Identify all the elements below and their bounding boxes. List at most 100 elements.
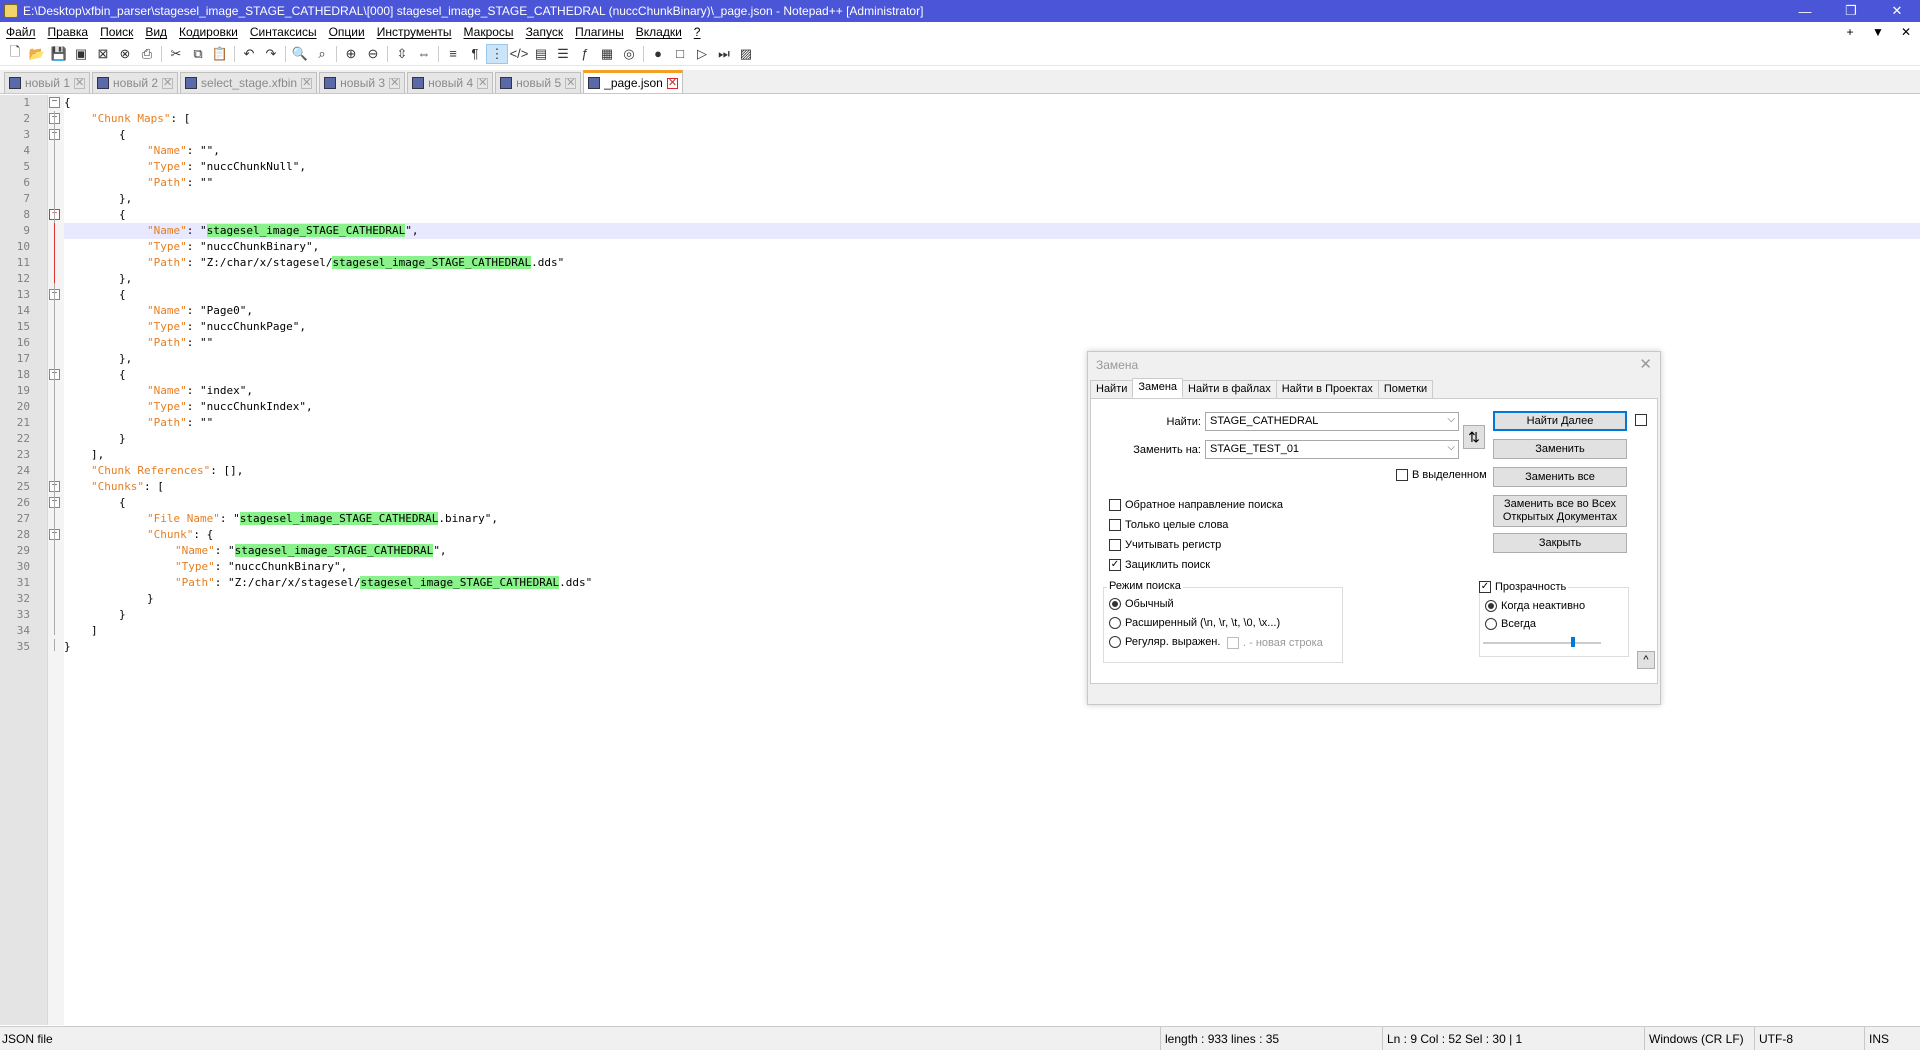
sync-horizontal-icon[interactable]: ⇔ (413, 44, 435, 64)
print-icon[interactable]: ⎙ (136, 44, 158, 64)
maximize-button[interactable]: ❐ (1828, 0, 1874, 22)
newline-checkbox[interactable]: . - новая строка (1227, 637, 1323, 649)
close-icon[interactable]: ✕ (162, 77, 174, 89)
menu-search[interactable]: Поиск (94, 22, 139, 42)
close-icon[interactable]: ✕ (477, 77, 489, 89)
show-all-chars-icon[interactable]: ¶ (464, 44, 486, 64)
close-button[interactable]: ✕ (1874, 0, 1920, 22)
close-icon[interactable]: ✕ (1639, 355, 1652, 373)
save-macro-icon[interactable]: ▨ (735, 44, 757, 64)
menu-macro[interactable]: Макросы (458, 22, 520, 42)
menu-language[interactable]: Синтаксисы (244, 22, 323, 42)
chevron-down-icon[interactable]: ⌵ (1447, 414, 1455, 425)
record-macro-icon[interactable]: ● (647, 44, 669, 64)
close-icon[interactable]: ✕ (301, 77, 313, 89)
zoom-out-icon[interactable]: ⊖ (362, 44, 384, 64)
wrap-around-checkbox[interactable]: ✓ Зациклить поиск (1109, 559, 1210, 571)
transparency-slider-thumb[interactable] (1571, 637, 1575, 647)
new-tab-button[interactable]: + (1836, 25, 1864, 39)
close-all-icon[interactable]: ⊗ (114, 44, 136, 64)
transparency-slider-track[interactable] (1483, 642, 1601, 644)
tab-new-2[interactable]: новый 2 ✕ (92, 72, 179, 93)
monitoring-icon[interactable]: ◎ (618, 44, 640, 64)
redo-icon[interactable]: ↷ (260, 44, 282, 64)
tab-find[interactable]: Найти (1090, 380, 1134, 400)
undo-icon[interactable]: ↶ (238, 44, 260, 64)
trans-inactive-radio[interactable]: Когда неактивно (1485, 600, 1585, 612)
tab-list-button[interactable]: ▼ (1864, 25, 1892, 39)
tab-page-json[interactable]: _page.json ✕ (583, 70, 683, 93)
tab-new-4[interactable]: новый 4 ✕ (407, 72, 494, 93)
menu-window[interactable]: Вкладки (630, 22, 688, 42)
close-icon[interactable]: ✕ (389, 77, 401, 89)
menu-encoding[interactable]: Кодировки (173, 22, 244, 42)
fold-toggle-icon[interactable]: − (49, 97, 60, 108)
find-next-extra-checkbox[interactable] (1635, 414, 1651, 426)
swap-button[interactable]: ⇅ (1463, 425, 1485, 449)
replace-button[interactable]: Заменить (1493, 439, 1627, 459)
in-selection-checkbox[interactable]: В выделенном (1396, 469, 1487, 481)
save-all-icon[interactable]: ▣ (70, 44, 92, 64)
match-case-checkbox[interactable]: Учитывать регистр (1109, 539, 1221, 551)
paste-icon[interactable]: 📋 (209, 44, 231, 64)
replace-all-button[interactable]: Заменить все (1493, 467, 1627, 487)
xml-tag-icon[interactable]: </> (508, 44, 530, 64)
menu-file[interactable]: Файл (0, 22, 42, 42)
find-next-button[interactable]: Найти Далее (1493, 411, 1627, 431)
indent-guide-icon[interactable]: ⋮ (486, 43, 508, 64)
menu-tools[interactable]: Инструменты (371, 22, 458, 42)
menu-settings[interactable]: Опции (323, 22, 371, 42)
status-encoding[interactable]: UTF-8 (1754, 1027, 1864, 1050)
folder-workspace-icon[interactable]: ▦ (596, 44, 618, 64)
save-icon[interactable]: 💾 (48, 44, 70, 64)
chevron-down-icon[interactable]: ⌵ (1447, 442, 1455, 453)
cut-icon[interactable]: ✂ (165, 44, 187, 64)
replace-all-docs-button[interactable]: Заменить все во Всех Открытых Документах (1493, 495, 1627, 527)
replace-input[interactable]: STAGE_TEST_01 ⌵ (1205, 440, 1459, 459)
find-input[interactable]: STAGE_CATHEDRAL ⌵ (1205, 412, 1459, 431)
menu-plugins[interactable]: Плагины (569, 22, 630, 42)
tab-select-stage[interactable]: select_stage.xfbin ✕ (180, 72, 318, 93)
trans-always-radio[interactable]: Всегда (1485, 618, 1536, 630)
word-wrap-icon[interactable]: ≡ (442, 44, 464, 64)
stop-macro-icon[interactable]: □ (669, 44, 691, 64)
play-macro-icon[interactable]: ▷ (691, 44, 713, 64)
mode-regex-radio[interactable]: Регуляр. выражен. (1109, 636, 1220, 648)
play-multiple-icon[interactable]: ⏭ (713, 44, 735, 64)
document-map-icon[interactable]: ▤ (530, 44, 552, 64)
tab-new-3[interactable]: новый 3 ✕ (319, 72, 406, 93)
new-file-icon[interactable]: 🗋 (4, 44, 26, 64)
function-list-icon[interactable]: ƒ (574, 44, 596, 64)
close-doc-button[interactable]: ✕ (1892, 25, 1920, 39)
status-eol[interactable]: Windows (CR LF) (1644, 1027, 1754, 1050)
close-file-icon[interactable]: ⊠ (92, 44, 114, 64)
copy-icon[interactable]: ⧉ (187, 44, 209, 64)
tab-new-5[interactable]: новый 5 ✕ (495, 72, 582, 93)
replace-icon[interactable]: ⌕ (311, 44, 333, 64)
close-icon[interactable]: ✕ (74, 77, 86, 89)
close-dialog-button[interactable]: Закрыть (1493, 533, 1627, 553)
collapse-button[interactable]: ^ (1637, 651, 1655, 669)
mode-extended-radio[interactable]: Расширенный (\n, \r, \t, \0, \x...) (1109, 617, 1280, 629)
transparency-checkbox[interactable]: ✓ Прозрачность (1479, 581, 1569, 593)
doc-list-icon[interactable]: ☰ (552, 44, 574, 64)
tab-new-1[interactable]: новый 1 ✕ (4, 72, 91, 93)
menu-view[interactable]: Вид (139, 22, 173, 42)
open-file-icon[interactable]: 📂 (26, 44, 48, 64)
menu-edit[interactable]: Правка (42, 22, 95, 42)
minimize-button[interactable]: — (1782, 0, 1828, 22)
close-icon[interactable]: ✕ (565, 77, 577, 89)
close-icon[interactable]: ✕ (666, 77, 678, 89)
tab-mark[interactable]: Пометки (1377, 380, 1434, 400)
mode-normal-radio[interactable]: Обычный (1109, 598, 1174, 610)
tab-replace[interactable]: Замена (1132, 378, 1184, 398)
zoom-in-icon[interactable]: ⊕ (340, 44, 362, 64)
whole-word-checkbox[interactable]: Только целые слова (1109, 519, 1228, 531)
sync-vertical-icon[interactable]: ⇳ (391, 44, 413, 64)
tab-find-in-files[interactable]: Найти в файлах (1182, 380, 1277, 400)
tab-find-in-projects[interactable]: Найти в Проектах (1275, 380, 1379, 400)
menu-run[interactable]: Запуск (520, 22, 570, 42)
find-icon[interactable]: 🔍 (289, 44, 311, 64)
menu-help[interactable]: ? (688, 22, 707, 42)
backward-checkbox[interactable]: Обратное направление поиска (1109, 499, 1283, 511)
